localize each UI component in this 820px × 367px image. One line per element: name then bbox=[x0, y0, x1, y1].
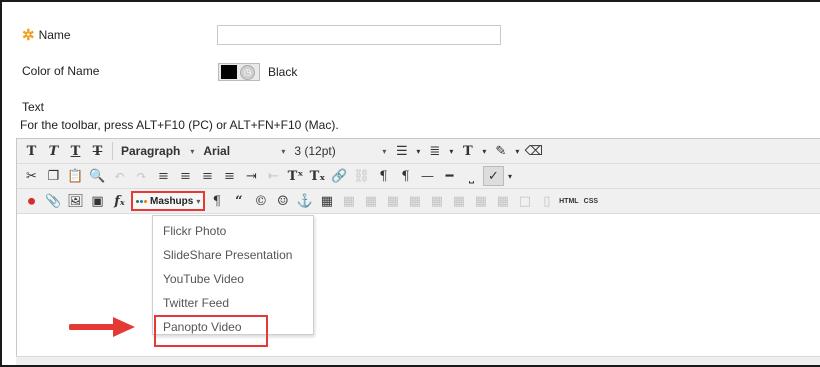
mashups-icon bbox=[136, 199, 147, 203]
indent-icon[interactable]: ⇥ bbox=[241, 166, 262, 186]
cut-icon[interactable]: ✂ bbox=[21, 166, 42, 186]
chevron-down-icon[interactable]: ▾ bbox=[413, 141, 423, 161]
font-value: Arial bbox=[203, 144, 231, 158]
spellcheck-icon[interactable]: ✓ bbox=[483, 166, 504, 186]
emoticon-icon[interactable]: ☺ bbox=[272, 191, 293, 211]
menu-item-flickr-photo[interactable]: Flickr Photo bbox=[163, 224, 226, 238]
align-center-icon[interactable]: ≡ bbox=[175, 166, 196, 186]
chevron-down-icon: ▾ bbox=[196, 196, 201, 206]
chevron-down-icon: ▾ bbox=[382, 146, 387, 156]
font-size-value: 3 (12pt) bbox=[294, 144, 336, 158]
toolbar-row-1: T T T T Paragraph ▾ Arial ▾ 3 (12pt) ▾ ☰ ▾ ≣… bbox=[17, 139, 820, 164]
text-color-icon[interactable]: T bbox=[457, 141, 478, 161]
chevron-down-icon[interactable]: ▾ bbox=[446, 141, 456, 161]
math-icon[interactable]: fₓ bbox=[109, 191, 130, 211]
underline-icon[interactable]: T bbox=[65, 141, 86, 161]
menu-item-twitter-feed[interactable]: Twitter Feed bbox=[163, 296, 229, 310]
color-swatch bbox=[221, 65, 237, 79]
bullet-list-icon[interactable]: ☰ bbox=[391, 141, 412, 161]
paste-icon[interactable]: 📋 bbox=[65, 166, 86, 186]
table-icon[interactable]: ▦ bbox=[316, 191, 337, 211]
color-label-row: Color of Name bbox=[22, 62, 99, 80]
nonbreaking-space-icon[interactable]: ⎵ bbox=[461, 166, 482, 186]
color-picker-button[interactable]: ◷ bbox=[218, 63, 260, 81]
chevron-down-icon[interactable]: ▾ bbox=[505, 166, 515, 186]
name-input[interactable] bbox=[217, 25, 501, 45]
table-delete-row-icon[interactable]: ▦ bbox=[382, 191, 403, 211]
toolbar-hint-row: For the toolbar, press ALT+F10 (PC) or A… bbox=[20, 118, 339, 132]
media-icon[interactable]: ▣ bbox=[87, 191, 108, 211]
align-justify-icon[interactable]: ≡ bbox=[219, 166, 240, 186]
bold-icon[interactable]: T bbox=[21, 141, 42, 161]
toolbar-row-3: ⏺ 📎 🖼 ▣ fₓ Mashups ▾ ¶ “ © ☺ ⚓ ▦ ▦ ▦ ▦ ▦… bbox=[17, 189, 820, 214]
paragraph-dropdown[interactable]: Paragraph ▾ bbox=[117, 141, 198, 161]
color-value-label: Black bbox=[268, 65, 298, 79]
panopto-highlight-box bbox=[154, 315, 268, 347]
outdent-icon[interactable]: ⇤ bbox=[263, 166, 284, 186]
record-icon[interactable]: ⏺ bbox=[21, 191, 42, 211]
menu-item-slideshare-presentation[interactable]: SlideShare Presentation bbox=[163, 248, 292, 262]
table-delete-col-icon[interactable]: ▦ bbox=[448, 191, 469, 211]
subscript-icon[interactable]: Tₓ bbox=[307, 166, 328, 186]
link-icon[interactable]: 🔗 bbox=[329, 166, 350, 186]
eraser-icon[interactable]: ⌫ bbox=[523, 141, 544, 161]
name-label: Name bbox=[38, 28, 71, 42]
font-size-dropdown[interactable]: 3 (12pt) ▾ bbox=[290, 141, 390, 161]
chevron-down-icon: ▾ bbox=[281, 146, 286, 156]
italic-icon[interactable]: T bbox=[43, 141, 64, 161]
table-row-after-icon[interactable]: ▦ bbox=[360, 191, 381, 211]
unlink-icon[interactable]: ⛓ bbox=[351, 166, 372, 186]
paragraph-value: Paragraph bbox=[121, 144, 181, 158]
copy-icon[interactable]: ❐ bbox=[43, 166, 64, 186]
undo-icon[interactable]: ↶ bbox=[109, 166, 130, 186]
horizontal-rule-icon[interactable]: — bbox=[417, 166, 438, 186]
css-button[interactable]: CSS bbox=[580, 191, 601, 211]
text-label: Text bbox=[22, 100, 45, 114]
table-col-after-icon[interactable]: ▦ bbox=[426, 191, 447, 211]
align-right-icon[interactable]: ≡ bbox=[197, 166, 218, 186]
chevron-down-icon[interactable]: ▾ bbox=[512, 141, 522, 161]
find-icon[interactable]: 🔍 bbox=[87, 166, 108, 186]
paragraph-mark-icon[interactable]: ¶ bbox=[206, 191, 227, 211]
toolbar-hint: For the toolbar, press ALT+F10 (PC) or A… bbox=[20, 118, 339, 132]
mashups-dropdown[interactable]: Mashups ▾ bbox=[131, 191, 206, 211]
name-label-row: ✲ Name bbox=[22, 25, 71, 45]
ltr-icon[interactable]: ¶ bbox=[373, 166, 394, 186]
anchor-icon[interactable]: ⚓ bbox=[294, 191, 315, 211]
color-picker-icon: ◷ bbox=[240, 64, 255, 80]
font-dropdown[interactable]: Arial ▾ bbox=[199, 141, 289, 161]
image-icon[interactable]: 🖼 bbox=[65, 191, 86, 211]
thick-rule-icon[interactable]: ━ bbox=[439, 166, 460, 186]
color-of-name-label: Color of Name bbox=[22, 64, 100, 78]
table-col-before-icon[interactable]: ▦ bbox=[404, 191, 425, 211]
menu-item-youtube-video[interactable]: YouTube Video bbox=[163, 272, 244, 286]
toolbar-row-2: ✂ ❐ 📋 🔍 ↶ ↷ ≡ ≡ ≡ ≡ ⇥ ⇤ Tˣ Tₓ 🔗 ⛓ ¶ ¶ — … bbox=[17, 164, 820, 189]
copyright-icon[interactable]: © bbox=[250, 191, 271, 211]
chevron-down-icon[interactable]: ▾ bbox=[479, 141, 489, 161]
blockquote-icon[interactable]: “ bbox=[228, 191, 249, 211]
red-arrow-icon bbox=[69, 317, 135, 337]
highlight-pen-icon[interactable]: ✎ bbox=[490, 141, 511, 161]
attach-icon[interactable]: 📎 bbox=[43, 191, 64, 211]
required-icon: ✲ bbox=[22, 26, 35, 44]
table-merge-cell-icon[interactable]: ▦ bbox=[492, 191, 513, 211]
text-label-row: Text bbox=[22, 100, 44, 114]
separator bbox=[112, 142, 113, 160]
align-left-icon[interactable]: ≡ bbox=[153, 166, 174, 186]
html-button[interactable]: HTML bbox=[558, 191, 579, 211]
chevron-down-icon: ▾ bbox=[190, 146, 195, 156]
table-row-before-icon[interactable]: ▦ bbox=[338, 191, 359, 211]
mashups-label: Mashups bbox=[150, 195, 194, 207]
table-cell-props-icon[interactable]: ▯ bbox=[536, 191, 557, 211]
content-frame: ✲ Name Color of Name ◷ Black Text For th… bbox=[0, 0, 820, 367]
rtl-icon[interactable]: ¶ bbox=[395, 166, 416, 186]
table-props-icon[interactable]: □ bbox=[514, 191, 535, 211]
table-split-cell-icon[interactable]: ▦ bbox=[470, 191, 491, 211]
editor-path-bar bbox=[16, 356, 820, 365]
redo-icon[interactable]: ↷ bbox=[131, 166, 152, 186]
strikethrough-icon[interactable]: T bbox=[87, 141, 108, 161]
superscript-icon[interactable]: Tˣ bbox=[285, 166, 306, 186]
numbered-list-icon[interactable]: ≣ bbox=[424, 141, 445, 161]
